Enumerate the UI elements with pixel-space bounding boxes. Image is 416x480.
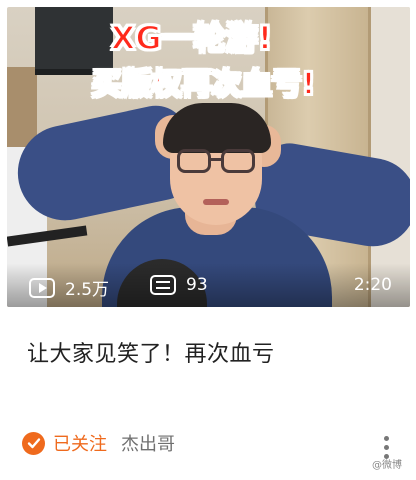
check-circle-icon — [22, 431, 45, 455]
video-caption[interactable]: 让大家见笑了！再次血亏 — [27, 336, 275, 368]
video-thumbnail[interactable]: XG一轮游! 买版权再次血亏! 2.5万 93 2:20 — [7, 7, 410, 307]
video-duration: 2:20 — [353, 275, 392, 295]
person-hair — [163, 103, 271, 153]
author-name[interactable]: 杰出哥 — [121, 430, 175, 456]
watermark: @微博 — [372, 460, 402, 471]
thumbnail-title: XG一轮游! 买版权再次血亏! — [7, 19, 410, 103]
comment-count: 93 — [150, 275, 208, 295]
comment-icon — [150, 275, 176, 295]
play-count-value: 2.5万 — [65, 280, 110, 300]
thumbnail-title-line1: XG一轮游! — [110, 19, 274, 57]
play-icon — [29, 277, 55, 298]
video-card[interactable]: XG一轮游! 买版权再次血亏! 2.5万 93 2:20 让大家见笑了！再次血亏… — [0, 0, 416, 480]
follow-status-button[interactable]: 已关注 — [53, 430, 107, 456]
person-glasses — [177, 149, 257, 175]
play-count: 2.5万 — [29, 275, 109, 300]
thumbnail-title-line2: 买版权再次血亏! — [91, 67, 317, 103]
author-row: 已关注 杰出哥 — [22, 430, 175, 456]
thumbnail-stats-bar: 2.5万 93 2:20 — [7, 263, 410, 307]
person-mouth — [203, 199, 229, 205]
comment-count-value: 93 — [186, 275, 208, 295]
